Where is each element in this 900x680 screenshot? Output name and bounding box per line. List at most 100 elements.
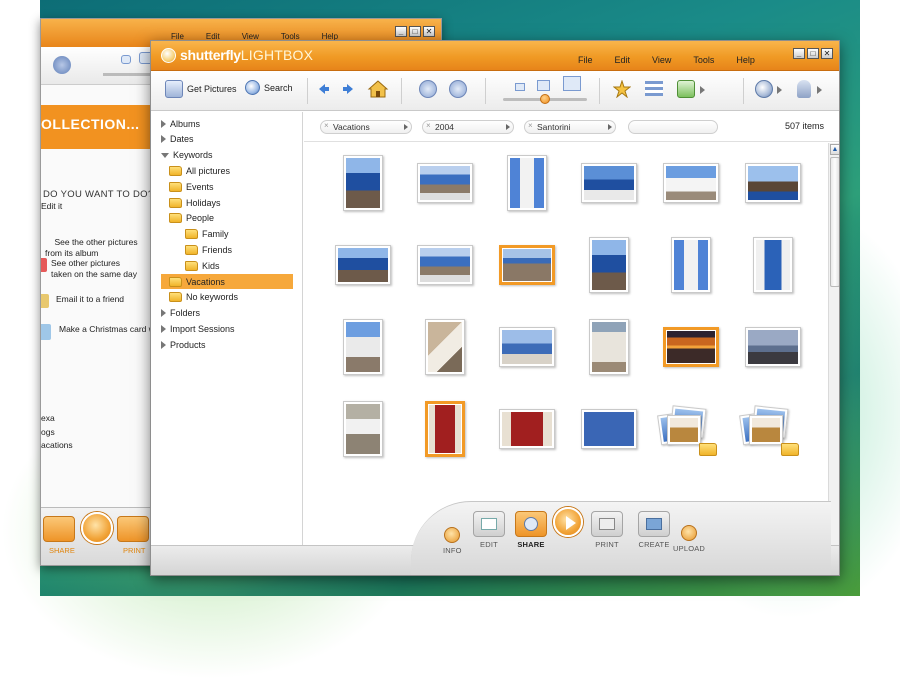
thumbnail-medium-icon[interactable] xyxy=(537,80,550,91)
photo-thumbnail[interactable] xyxy=(581,409,637,449)
sidebar-item-import-sessions[interactable]: Import Sessions xyxy=(161,321,235,336)
sidebar-item-products[interactable]: Products xyxy=(161,337,206,352)
photo-thumbnail[interactable] xyxy=(745,327,801,367)
minimize-button[interactable]: _ xyxy=(793,48,805,59)
photo-thumbnail[interactable] xyxy=(343,319,383,375)
photo-thumbnail[interactable] xyxy=(663,327,719,367)
minimize-button[interactable]: _ xyxy=(395,26,407,37)
rotate-left-icon[interactable] xyxy=(419,80,437,98)
sidebar-item-no-keywords[interactable]: No keywords xyxy=(169,290,238,305)
scroll-thumb[interactable] xyxy=(830,157,839,287)
print-button[interactable] xyxy=(117,516,149,542)
back-sidebar-item[interactable]: exa xyxy=(41,413,55,423)
photo-thumbnail[interactable] xyxy=(663,163,719,203)
sidebar-item-keywords[interactable]: Keywords xyxy=(161,148,213,163)
back-arrow-icon[interactable] xyxy=(317,82,331,96)
photo-thumbnail[interactable] xyxy=(745,163,801,203)
thumbnail-small-icon[interactable] xyxy=(121,55,131,64)
sidebar-item-people[interactable]: People xyxy=(169,211,214,226)
collapse-arrow-icon[interactable] xyxy=(161,119,166,128)
sidebar-item-dates[interactable]: Dates xyxy=(161,132,194,147)
photo-thumbnail[interactable] xyxy=(671,237,711,293)
menu-tools[interactable]: Tools xyxy=(682,55,725,65)
action-same-day[interactable]: See other pictures taken on the same day xyxy=(41,258,137,280)
action-christmas-card[interactable]: Make a Christmas card w xyxy=(41,324,155,340)
menu-edit[interactable]: Edit xyxy=(604,55,642,65)
slideshow-play-button[interactable] xyxy=(553,507,583,537)
maximize-button[interactable]: □ xyxy=(807,48,819,59)
chevron-right-icon[interactable] xyxy=(608,124,612,130)
photo-thumbnail[interactable] xyxy=(425,401,465,457)
search-button[interactable]: Search xyxy=(245,80,293,95)
action-edit[interactable]: Edit it xyxy=(41,201,62,212)
help-globe-icon[interactable] xyxy=(755,80,773,98)
collapse-arrow-icon[interactable] xyxy=(161,135,166,144)
photo-thumbnail[interactable] xyxy=(499,327,555,367)
share-button[interactable]: SHARE xyxy=(515,511,547,549)
close-chip-icon[interactable]: × xyxy=(324,121,329,130)
user-dropdown-arrow[interactable] xyxy=(817,86,822,94)
lightbox-window[interactable]: shutterfly LIGHTBOX File Edit View Tools Help… xyxy=(150,40,840,576)
checkmark-tag-icon[interactable] xyxy=(677,80,695,98)
rotate-right-icon[interactable] xyxy=(449,80,467,98)
sidebar-item-holidays[interactable]: Holidays xyxy=(169,195,221,210)
menu-help[interactable]: Help xyxy=(725,55,766,65)
sidebar-item-folders[interactable]: Folders xyxy=(161,306,200,321)
globe-icon[interactable] xyxy=(53,56,71,74)
sidebar-item-vacations[interactable]: Vacations xyxy=(161,274,293,289)
close-chip-icon[interactable]: × xyxy=(426,121,431,130)
photo-thumbnail[interactable] xyxy=(417,245,473,285)
tag-dropdown-arrow[interactable] xyxy=(700,86,705,94)
filter-chip-empty[interactable] xyxy=(628,120,718,134)
sidebar-item-all-pictures[interactable]: All pictures xyxy=(169,163,230,178)
share-button[interactable] xyxy=(43,516,75,542)
photo-thumbnail[interactable] xyxy=(499,245,555,285)
titlebar[interactable]: shutterfly LIGHTBOX File Edit View Tools Help… xyxy=(151,41,839,71)
photo-thumbnail[interactable] xyxy=(589,237,629,293)
filter-chip-place[interactable]: × Santorini xyxy=(524,120,616,134)
album-stack-item[interactable] xyxy=(657,399,721,459)
photo-thumbnail[interactable] xyxy=(499,409,555,449)
scroll-up-button[interactable]: ▲ xyxy=(830,144,839,155)
menu-file[interactable]: File xyxy=(567,55,604,65)
sidebar-item-friends[interactable]: Friends xyxy=(185,242,232,257)
close-chip-icon[interactable]: × xyxy=(528,121,533,130)
expand-arrow-icon[interactable] xyxy=(161,152,169,158)
maximize-button[interactable]: □ xyxy=(409,26,421,37)
photo-thumbnail[interactable] xyxy=(417,163,473,203)
back-sidebar-item[interactable]: ogs xyxy=(41,427,55,437)
sidebar-item-events[interactable]: Events xyxy=(169,179,214,194)
close-button[interactable]: ✕ xyxy=(423,26,435,37)
sidebar-item-albums[interactable]: Albums xyxy=(161,116,200,131)
menu-view[interactable]: View xyxy=(641,55,682,65)
edit-button[interactable]: EDIT xyxy=(473,511,505,549)
sidebar-item-kids[interactable]: Kids xyxy=(185,258,220,273)
star-icon[interactable] xyxy=(612,79,632,99)
play-button[interactable] xyxy=(81,512,113,544)
sidebar-item-family[interactable]: Family xyxy=(185,227,229,242)
filter-chip-year[interactable]: × 2004 xyxy=(422,120,514,134)
close-button[interactable]: ✕ xyxy=(821,48,833,59)
chevron-right-icon[interactable] xyxy=(404,124,408,130)
info-button[interactable]: INFO xyxy=(443,527,462,555)
photo-thumbnail[interactable] xyxy=(343,155,383,211)
collapse-arrow-icon[interactable] xyxy=(161,309,166,318)
upload-button[interactable]: UPLOAD xyxy=(673,525,705,553)
photo-thumbnail[interactable] xyxy=(581,163,637,203)
thumbnail-small-icon[interactable] xyxy=(515,83,525,91)
zoom-slider-knob[interactable] xyxy=(540,94,550,104)
create-button[interactable]: CREATE xyxy=(638,511,670,549)
forward-arrow-icon[interactable] xyxy=(341,82,355,96)
thumbnail-large-icon[interactable] xyxy=(563,76,581,91)
photo-thumbnail[interactable] xyxy=(507,155,547,211)
collapse-arrow-icon[interactable] xyxy=(161,324,166,333)
photo-thumbnail[interactable] xyxy=(343,401,383,457)
print-button[interactable]: PRINT xyxy=(591,511,623,549)
album-stack-item[interactable] xyxy=(739,399,803,459)
filter-chip-album[interactable]: × Vacations xyxy=(320,120,412,134)
photo-thumbnail[interactable] xyxy=(425,319,465,375)
photo-thumbnail[interactable] xyxy=(335,245,391,285)
photo-thumbnail[interactable] xyxy=(753,237,793,293)
zoom-slider[interactable] xyxy=(503,94,587,104)
back-sidebar-item[interactable]: acations xyxy=(41,440,73,450)
